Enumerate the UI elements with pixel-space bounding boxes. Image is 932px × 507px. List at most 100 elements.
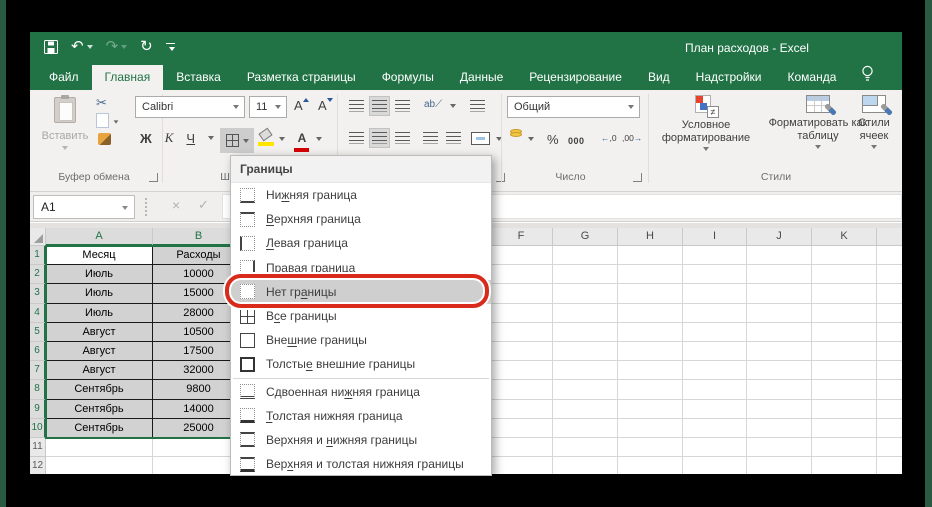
column-header-A[interactable]: A (46, 228, 153, 246)
column-header-L[interactable]: L (877, 228, 902, 246)
cell-F6[interactable] (490, 342, 553, 361)
row-header-12[interactable]: 12 (30, 457, 46, 474)
repeat-button[interactable]: ↻ (140, 38, 153, 56)
cell-F2[interactable] (490, 265, 553, 284)
align-left-button[interactable] (346, 128, 367, 148)
fill-color-button[interactable] (258, 130, 275, 150)
paste-button[interactable]: Вставить (40, 95, 90, 167)
cell-H5[interactable] (618, 323, 683, 342)
row-header-2[interactable]: 2 (30, 265, 46, 284)
number-format-combobox[interactable]: Общий (507, 96, 640, 118)
cell-F10[interactable] (490, 419, 553, 438)
cell-H6[interactable] (618, 342, 683, 361)
cell-J6[interactable] (747, 342, 812, 361)
cell-L5[interactable] (877, 323, 902, 342)
cell-J10[interactable] (747, 419, 812, 438)
tab-Формулы[interactable]: Формулы (369, 65, 447, 90)
cell-A11[interactable] (46, 438, 153, 457)
cell-J7[interactable] (747, 361, 812, 380)
cell-I4[interactable] (683, 304, 747, 323)
menu-item-border-top-bottom[interactable]: Верхняя и нижняя границы (231, 428, 491, 452)
row-header-5[interactable]: 5 (30, 323, 46, 342)
cell-F7[interactable] (490, 361, 553, 380)
cell-K7[interactable] (812, 361, 877, 380)
menu-item-border-bottom[interactable]: Нижняя граница (231, 183, 491, 207)
column-header-G[interactable]: G (553, 228, 618, 246)
cell-F4[interactable] (490, 304, 553, 323)
borders-dropdown-icon[interactable] (243, 139, 249, 143)
italic-button[interactable]: К (165, 130, 174, 146)
tab-Данные[interactable]: Данные (447, 65, 516, 90)
cell-K8[interactable] (812, 380, 877, 399)
cell-L8[interactable] (877, 380, 902, 399)
cell-K1[interactable] (812, 246, 877, 265)
cell-H8[interactable] (618, 380, 683, 399)
cell-L4[interactable] (877, 304, 902, 323)
enter-icon[interactable]: ✓ (198, 197, 209, 213)
percent-style-button[interactable]: % (547, 132, 559, 147)
cell-J12[interactable] (747, 457, 812, 474)
cell-H12[interactable] (618, 457, 683, 474)
cell-G12[interactable] (553, 457, 618, 474)
cell-L10[interactable] (877, 419, 902, 438)
cell-A6[interactable]: Август (46, 342, 153, 361)
menu-item-border-none[interactable]: Нет границы (231, 280, 491, 304)
cell-I3[interactable] (683, 284, 747, 303)
cell-G10[interactable] (553, 419, 618, 438)
row-header-10[interactable]: 10 (30, 419, 46, 438)
row-header-4[interactable]: 4 (30, 304, 46, 323)
cell-K9[interactable] (812, 400, 877, 419)
cell-A1[interactable]: Месяц (46, 246, 153, 265)
conditional-formatting-button[interactable]: ≠ Условное форматирование (652, 95, 760, 151)
menu-item-border-all[interactable]: Все границы (231, 304, 491, 328)
cell-L9[interactable] (877, 400, 902, 419)
cell-H1[interactable] (618, 246, 683, 265)
tab-Главная[interactable]: Главная (92, 65, 164, 90)
name-box-dropdown-icon[interactable] (122, 206, 128, 210)
grow-font-button[interactable]: А (294, 98, 309, 113)
clipboard-dialog-launcher[interactable] (149, 173, 158, 182)
tab-Файл[interactable]: Файл (36, 65, 92, 90)
menu-item-border-left[interactable]: Левая граница (231, 231, 491, 255)
menu-item-border-top[interactable]: Верхняя граница (231, 207, 491, 231)
orientation-dropdown-icon[interactable] (450, 104, 456, 108)
column-header-J[interactable]: J (747, 228, 812, 246)
cell-I12[interactable] (683, 457, 747, 474)
select-all-corner[interactable] (30, 228, 46, 246)
cell-F1[interactable] (490, 246, 553, 265)
cell-F5[interactable] (490, 323, 553, 342)
align-center-button[interactable] (369, 128, 390, 148)
column-header-H[interactable]: H (618, 228, 683, 246)
format-painter-icon[interactable] (98, 133, 111, 145)
cell-I10[interactable] (683, 419, 747, 438)
cell-F11[interactable] (490, 438, 553, 457)
increase-decimal-button[interactable]: ←,0 (601, 133, 617, 143)
customize-qat-button[interactable] (166, 43, 175, 51)
cell-J8[interactable] (747, 380, 812, 399)
cell-L2[interactable] (877, 265, 902, 284)
copy-dropdown-icon[interactable] (114, 120, 119, 123)
column-header-I[interactable]: I (683, 228, 747, 246)
tab-Вид[interactable]: Вид (635, 65, 683, 90)
cell-G6[interactable] (553, 342, 618, 361)
row-header-6[interactable]: 6 (30, 342, 46, 361)
cell-I6[interactable] (683, 342, 747, 361)
menu-item-border-right[interactable]: Правая граница (231, 256, 491, 280)
decrease-indent-button[interactable] (420, 128, 441, 148)
cell-A3[interactable]: Июль (46, 284, 153, 303)
comma-style-button[interactable]: 000 (568, 136, 585, 146)
underline-button[interactable]: Ч (186, 131, 195, 146)
cell-H7[interactable] (618, 361, 683, 380)
align-bottom-button[interactable] (392, 96, 413, 116)
cell-I8[interactable] (683, 380, 747, 399)
borders-button[interactable] (220, 128, 254, 153)
accounting-format-button[interactable] (510, 131, 522, 137)
font-color-button[interactable]: А (294, 129, 310, 152)
row-header-7[interactable]: 7 (30, 361, 46, 380)
cell-I2[interactable] (683, 265, 747, 284)
undo-dropdown-icon[interactable] (87, 45, 93, 49)
cell-H9[interactable] (618, 400, 683, 419)
cell-J11[interactable] (747, 438, 812, 457)
tab-Команда[interactable]: Команда (775, 65, 850, 90)
cell-J2[interactable] (747, 265, 812, 284)
